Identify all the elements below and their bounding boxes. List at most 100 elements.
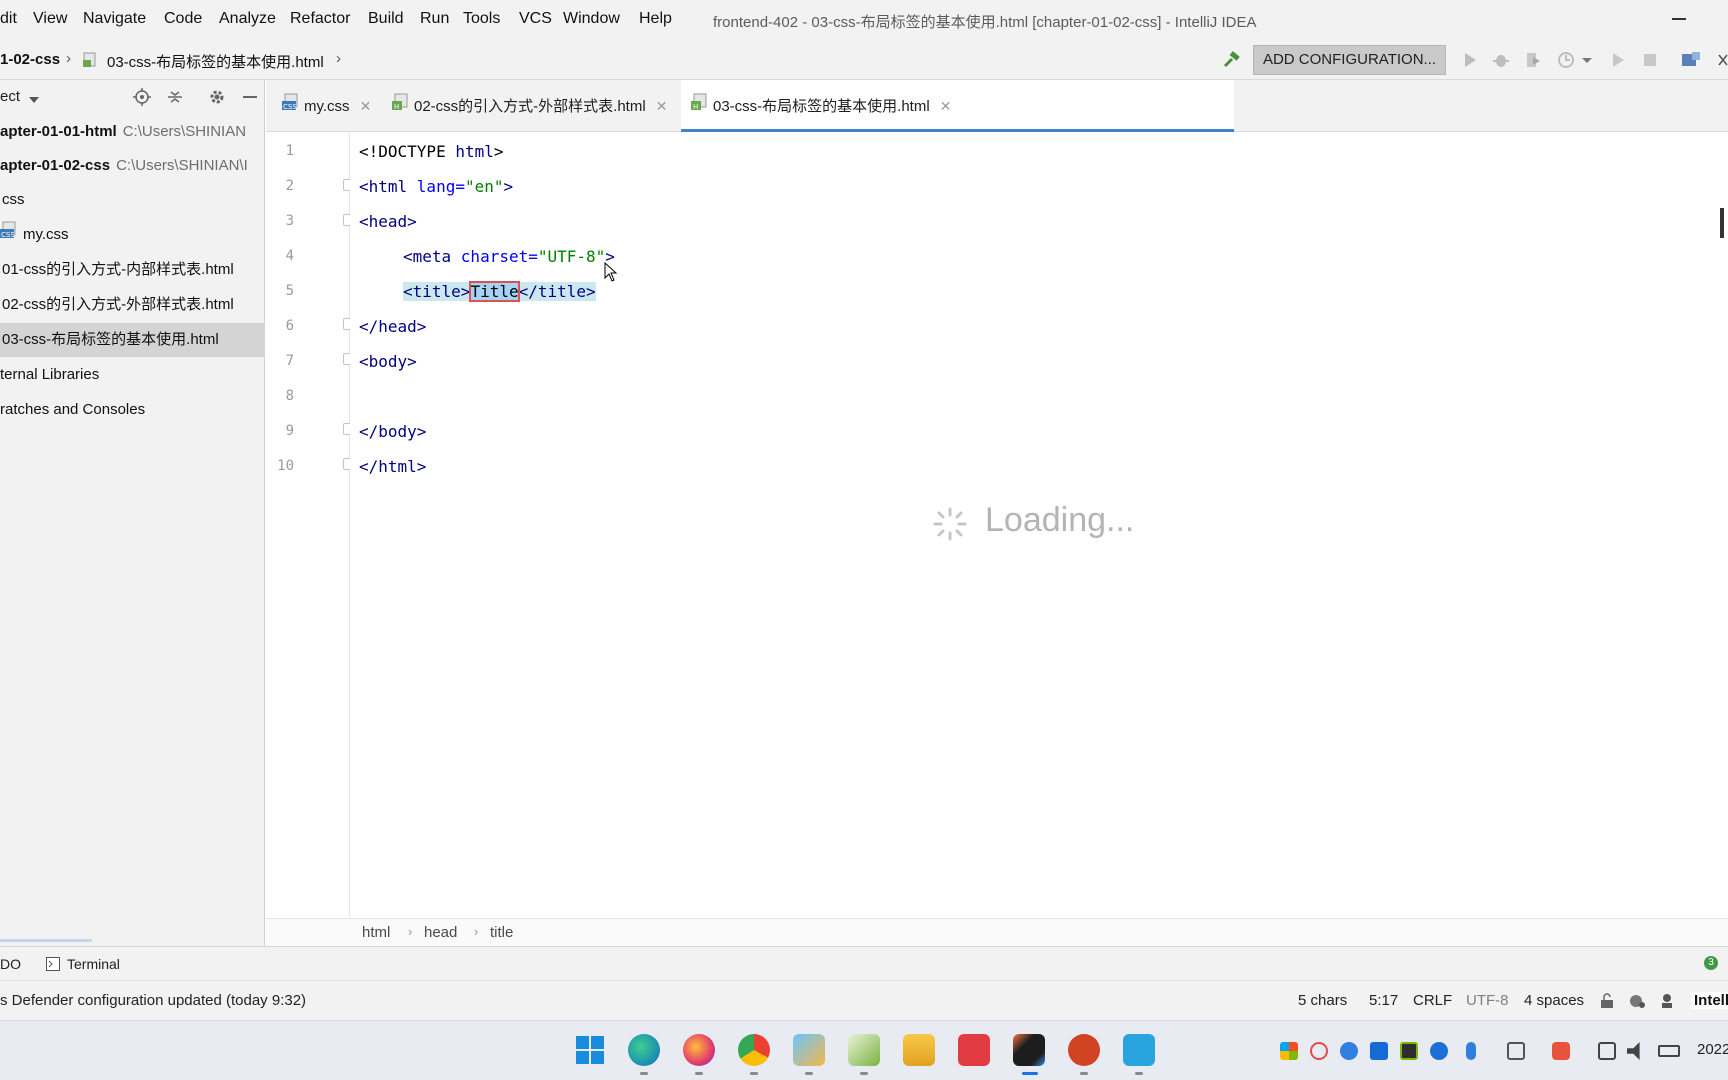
volume-icon[interactable]	[1627, 1042, 1640, 1060]
tree-item-module[interactable]: apter-01-01-html C:\Users\SHINIAN	[0, 115, 265, 149]
horizontal-scrollbar[interactable]	[0, 939, 92, 942]
status-encoding[interactable]: UTF-8	[1466, 992, 1509, 1009]
microphone-icon[interactable]	[1466, 1042, 1476, 1060]
tree-item-label: css	[2, 191, 25, 208]
breadcrumb-head[interactable]: head	[424, 924, 457, 941]
tree-item-scratches[interactable]: ratches and Consoles	[0, 393, 265, 427]
code-token: </title>	[518, 282, 596, 301]
tree-item-file-selected[interactable]: 03-css-布局标签的基本使用.html	[0, 323, 265, 357]
menu-refactor[interactable]: Refactor	[290, 10, 350, 28]
menu-code[interactable]: Code	[164, 10, 202, 28]
chrome-icon[interactable]	[738, 1034, 770, 1066]
close-icon[interactable]: ✕	[940, 98, 952, 114]
css-file-icon: CSS	[0, 218, 18, 252]
code-token: <!DOCTYPE	[359, 142, 456, 161]
git-icon[interactable]	[1628, 993, 1646, 1013]
menu-tools[interactable]: Tools	[463, 10, 500, 28]
powerpoint-icon[interactable]	[1068, 1034, 1100, 1066]
breadcrumb-title[interactable]: title	[490, 924, 513, 941]
breadcrumb-file[interactable]: 03-css-布局标签的基本使用.html	[107, 51, 324, 72]
menu-view[interactable]: View	[33, 10, 67, 28]
menu-navigate[interactable]: Navigate	[83, 10, 146, 28]
project-structure-icon[interactable]	[1681, 51, 1700, 69]
status-message[interactable]: s Defender configuration updated (today …	[0, 992, 306, 1009]
tray-app-icon[interactable]	[1280, 1042, 1298, 1060]
code-token: charset=	[460, 247, 538, 266]
battery-icon[interactable]	[1658, 1045, 1680, 1057]
lock-icon[interactable]	[1600, 993, 1614, 1013]
debug-icon[interactable]	[1492, 51, 1510, 69]
bluetooth-icon[interactable]	[1430, 1042, 1448, 1060]
html-file-icon: H	[392, 81, 410, 133]
tray-app-icon[interactable]	[1370, 1042, 1388, 1060]
menu-analyze[interactable]: Analyze	[219, 10, 276, 28]
menu-edit[interactable]: dit	[0, 10, 17, 28]
tab-02-css-external[interactable]: H 02-css的引入方式-外部样式表.html ✕	[388, 80, 671, 132]
terminal-tool-button[interactable]: Terminal	[67, 956, 120, 972]
chevron-down-icon[interactable]	[28, 92, 40, 109]
status-line-separator[interactable]: CRLF	[1413, 992, 1452, 1009]
selected-text: Title	[469, 281, 520, 302]
breadcrumb-html[interactable]: html	[362, 924, 390, 941]
tree-item-file[interactable]: CSS my.css	[0, 218, 265, 252]
close-icon[interactable]: ✕	[360, 98, 372, 114]
nvidia-icon[interactable]	[1400, 1042, 1418, 1060]
clock[interactable]: 2022	[1697, 1041, 1728, 1058]
tab-my-css[interactable]: CSS my.css ✕	[278, 80, 375, 132]
locate-icon[interactable]	[133, 88, 151, 110]
paint-app-icon[interactable]	[793, 1034, 825, 1066]
input-method-icon[interactable]	[1507, 1042, 1525, 1060]
chevron-down-icon[interactable]	[1581, 51, 1599, 69]
tree-item-external-libraries[interactable]: ternal Libraries	[0, 358, 265, 392]
tray-app-icon[interactable]	[1310, 1042, 1328, 1060]
windows-start-icon[interactable]	[575, 1035, 605, 1069]
xmind-icon[interactable]	[958, 1034, 990, 1066]
close-icon[interactable]: ✕	[656, 98, 668, 114]
cloud-app-icon[interactable]	[1123, 1034, 1155, 1066]
code-token: "en"	[464, 177, 504, 196]
edge-browser-icon[interactable]	[628, 1034, 660, 1066]
event-log-badge[interactable]: 3	[1704, 956, 1718, 970]
project-view-selector[interactable]: ect	[0, 88, 20, 105]
stop-icon[interactable]	[1641, 51, 1659, 69]
tree-item-file[interactable]: 01-css的引入方式-内部样式表.html	[0, 253, 265, 287]
menu-vcs[interactable]: VCS	[519, 10, 552, 28]
notepad-app-icon[interactable]	[848, 1034, 880, 1066]
scrollbar-marker[interactable]	[1720, 208, 1724, 238]
menu-window[interactable]: Window	[563, 10, 620, 28]
menu-help[interactable]: Help	[639, 10, 672, 28]
hammer-icon[interactable]	[1222, 51, 1240, 69]
tree-item-folder[interactable]: css	[0, 183, 265, 217]
menu-build[interactable]: Build	[368, 10, 404, 28]
intellij-idea-icon[interactable]	[1013, 1034, 1045, 1066]
tree-item-module[interactable]: apter-01-02-css C:\Users\SHINIAN\I	[0, 149, 265, 183]
gear-icon[interactable]	[208, 88, 226, 110]
tree-item-label: 01-css的引入方式-内部样式表.html	[2, 261, 234, 278]
inspector-icon[interactable]	[1660, 993, 1674, 1013]
breadcrumb-module[interactable]: 1-02-css	[0, 51, 60, 68]
profile-icon[interactable]	[1557, 51, 1575, 69]
menu-bar: dit View Navigate Code Analyze Refactor …	[0, 0, 1728, 40]
minimize-button[interactable]	[1672, 18, 1686, 20]
tree-item-file[interactable]: 02-css的引入方式-外部样式表.html	[0, 288, 265, 322]
tab-03-css-layout[interactable]: H 03-css-布局标签的基本使用.html ✕	[681, 80, 1234, 132]
hide-panel-icon[interactable]	[241, 88, 259, 110]
status-indent[interactable]: 4 spaces	[1524, 992, 1584, 1009]
coverage-icon[interactable]	[1524, 51, 1542, 69]
network-icon[interactable]	[1598, 1042, 1616, 1060]
tray-mail-icon[interactable]	[1340, 1042, 1358, 1060]
todo-tool-button[interactable]: DO	[0, 956, 21, 972]
run-icon[interactable]	[1461, 51, 1479, 69]
firefox-icon[interactable]	[683, 1034, 715, 1066]
menu-run[interactable]: Run	[420, 10, 449, 28]
collapse-all-icon[interactable]	[166, 88, 184, 110]
status-caret-position[interactable]: 5:17	[1369, 992, 1398, 1009]
running-indicator	[805, 1072, 813, 1075]
search-everywhere-icon[interactable]	[1718, 51, 1728, 69]
html-file-icon	[82, 52, 98, 72]
file-explorer-icon[interactable]	[903, 1034, 935, 1066]
tool-window-strip: DO Terminal 3	[0, 946, 1728, 980]
tray-app-icon[interactable]	[1552, 1042, 1570, 1060]
run-all-icon[interactable]	[1609, 51, 1627, 69]
add-configuration-button[interactable]: ADD CONFIGURATION...	[1253, 45, 1446, 75]
